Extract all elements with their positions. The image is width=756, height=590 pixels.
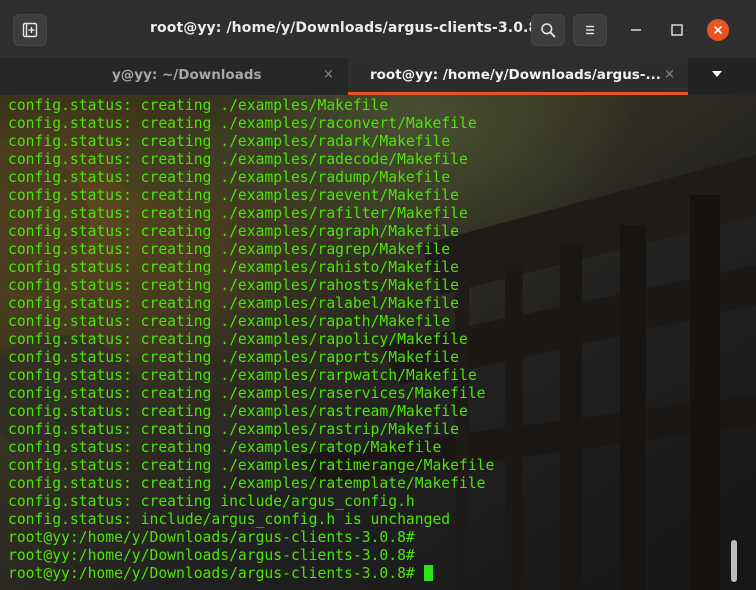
terminal-output-area[interactable]: config.status: creating ./examples/Makef… [0,95,756,590]
terminal-line-text: config.status: creating ./examples/ratem… [8,475,486,492]
terminal-line: config.status: creating ./examples/rapat… [8,313,494,331]
terminal-line: config.status: creating ./examples/radec… [8,151,494,169]
terminal-line-text: config.status: creating ./examples/radec… [8,151,468,168]
terminal-line-text: config.status: creating ./examples/raeve… [8,187,459,204]
terminal-line-text: config.status: creating ./examples/rahis… [8,259,459,276]
terminal-line: config.status: creating ./examples/rafil… [8,205,494,223]
close-icon [713,25,723,35]
terminal-cursor [423,565,433,581]
terminal-lines: config.status: creating ./examples/Makef… [8,97,494,583]
search-icon [541,23,556,38]
tab-list-dropdown-icon[interactable] [712,71,722,77]
terminal-line: config.status: creating ./examples/ralab… [8,295,494,313]
terminal-line: config.status: creating ./examples/raeve… [8,187,494,205]
minimize-icon [631,29,641,31]
terminal-line: config.status: creating ./examples/ratim… [8,457,494,475]
terminal-line-text: config.status: creating ./examples/ragre… [8,241,451,258]
terminal-line: config.status: creating ./examples/radum… [8,169,494,187]
search-button[interactable] [531,14,565,46]
terminal-line: config.status: creating ./examples/racon… [8,115,494,133]
terminal-line: config.status: creating ./examples/Makef… [8,97,494,115]
terminal-line-text: config.status: creating ./examples/Makef… [8,97,389,114]
tab-downloads[interactable]: y@yy: ~/Downloads × [0,58,348,95]
terminal-line-text: config.status: creating ./examples/rastr… [8,403,468,420]
title-bar[interactable]: root@yy: /home/y/Downloads/argus-clients… [0,0,756,59]
terminal-line-text: config.status: creating ./examples/rastr… [8,421,459,438]
terminal-line: config.status: creating ./examples/rarpw… [8,367,494,385]
terminal-line-text: root@yy:/home/y/Downloads/argus-clients-… [8,547,415,564]
terminal-line-text: config.status: creating ./examples/rafil… [8,205,468,222]
terminal-line-text: config.status: creating ./examples/racon… [8,115,477,132]
terminal-line-text: config.status: include/argus_config.h is… [8,511,451,528]
terminal-line: config.status: creating ./examples/rapol… [8,331,494,349]
terminal-line: root@yy:/home/y/Downloads/argus-clients-… [8,565,494,583]
terminal-line-text: config.status: creating include/argus_co… [8,493,415,510]
terminal-line-text: root@yy:/home/y/Downloads/argus-clients-… [8,565,424,582]
terminal-line-text: config.status: creating ./examples/rapol… [8,331,468,348]
terminal-line: config.status: creating ./examples/rapor… [8,349,494,367]
terminal-line-text: root@yy:/home/y/Downloads/argus-clients-… [8,529,415,546]
terminal-line: config.status: creating ./examples/ragra… [8,223,494,241]
tab-downloads-close-icon[interactable]: × [323,67,334,82]
terminal-line-text: config.status: creating ./examples/ralab… [8,295,459,312]
close-button[interactable] [707,19,729,41]
terminal-line: config.status: creating ./examples/ratop… [8,439,494,457]
terminal-line: config.status: creating ./examples/raser… [8,385,494,403]
tab-root-argus-label: root@yy: /home/y/Downloads/argus-... [370,67,661,83]
menu-button[interactable] [573,14,607,46]
terminal-line: config.status: creating ./examples/rastr… [8,421,494,439]
terminal-line: config.status: creating ./examples/ragre… [8,241,494,259]
terminal-line: root@yy:/home/y/Downloads/argus-clients-… [8,547,494,565]
terminal-line: config.status: creating ./examples/rahos… [8,277,494,295]
tab-root-argus[interactable]: root@yy: /home/y/Downloads/argus-... × [348,58,688,95]
minimize-button[interactable] [626,20,646,40]
terminal-line-text: config.status: creating ./examples/rapor… [8,349,459,366]
new-tab-button[interactable] [13,14,47,46]
terminal-line-text: config.status: creating ./examples/radar… [8,133,451,150]
tab-bar: y@yy: ~/Downloads × root@yy: /home/y/Dow… [0,58,756,95]
terminal-line-text: config.status: creating ./examples/rarpw… [8,367,477,384]
terminal-line-text: config.status: creating ./examples/rapat… [8,313,451,330]
terminal-line-text: config.status: creating ./examples/raser… [8,385,486,402]
terminal-line-text: config.status: creating ./examples/ratop… [8,439,442,456]
terminal-line: config.status: creating ./examples/rahis… [8,259,494,277]
terminal-line: root@yy:/home/y/Downloads/argus-clients-… [8,529,494,547]
tab-root-argus-close-icon[interactable]: × [664,67,675,82]
new-tab-icon [22,22,38,38]
terminal-window: root@yy: /home/y/Downloads/argus-clients… [0,0,756,590]
window-title: root@yy: /home/y/Downloads/argus-clients… [150,20,539,36]
terminal-line: config.status: creating include/argus_co… [8,493,494,511]
maximize-button[interactable] [667,20,687,40]
terminal-line: config.status: creating ./examples/rastr… [8,403,494,421]
terminal-line-text: config.status: creating ./examples/ragra… [8,223,459,240]
terminal-line: config.status: include/argus_config.h is… [8,511,494,529]
terminal-line-text: config.status: creating ./examples/ratim… [8,457,495,474]
maximize-icon [671,24,683,36]
tab-downloads-label: y@yy: ~/Downloads [112,67,262,83]
terminal-line-text: config.status: creating ./examples/rahos… [8,277,459,294]
terminal-line-text: config.status: creating ./examples/radum… [8,169,451,186]
terminal-line: config.status: creating ./examples/radar… [8,133,494,151]
terminal-line: config.status: creating ./examples/ratem… [8,475,494,493]
terminal-scrollbar[interactable] [731,540,737,582]
hamburger-menu-icon [586,25,594,35]
